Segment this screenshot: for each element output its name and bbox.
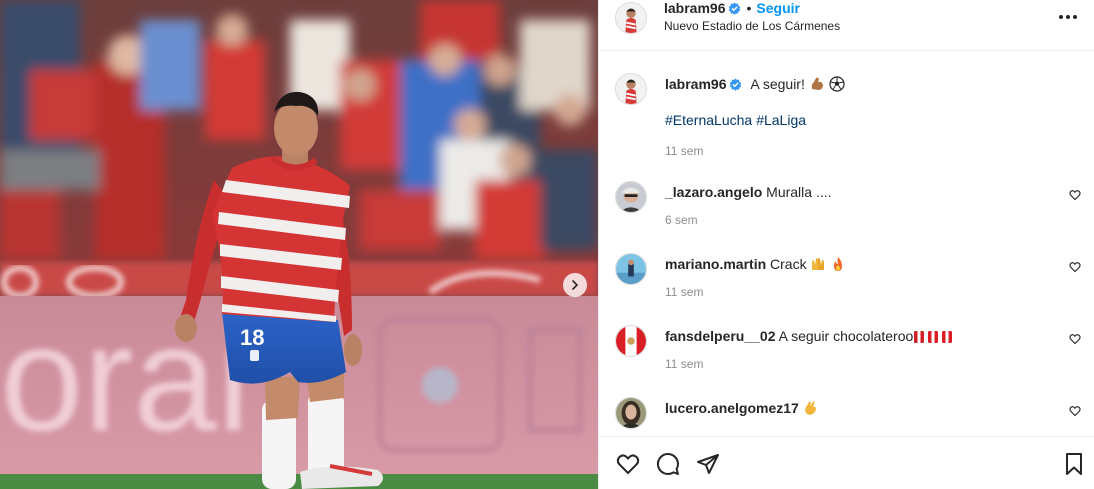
comment-username[interactable]: lucero.anelgomez17 [665, 400, 799, 416]
send-icon[interactable] [696, 452, 720, 476]
caption-author-username[interactable]: labram96 [665, 76, 726, 92]
peru-flag-icon [914, 331, 953, 343]
verified-badge-icon [729, 2, 741, 15]
comment-body: lucero.anelgomez17 [665, 399, 1035, 417]
author-username[interactable]: labram96 [664, 0, 725, 16]
heart-icon[interactable] [1069, 405, 1081, 417]
commenter-avatar[interactable] [615, 181, 647, 213]
comment-item: _lazaro.angelo Muralla .... 6 sem [615, 181, 1081, 241]
comment-item: fansdelperu__02 A seguir chocolateroo 11… [615, 325, 1081, 385]
post-photo[interactable]: orai 18 [0, 0, 598, 489]
comment-body: mariano.martin Crack [665, 255, 1035, 273]
clapping-hands-icon [804, 401, 816, 415]
post-location[interactable]: Nuevo Estadio de Los Cármenes [664, 19, 840, 33]
fire-icon [834, 257, 843, 271]
comment-username[interactable]: fansdelperu__02 [665, 328, 776, 344]
photo-image: orai 18 [0, 0, 598, 489]
board-text: orai [0, 294, 250, 462]
comment-text: A seguir chocolateroo [778, 328, 914, 344]
raising-hands-icon [812, 258, 825, 270]
more-options-icon[interactable] [1059, 10, 1079, 24]
comment-icon[interactable] [656, 452, 680, 476]
chevron-right-icon [572, 280, 579, 290]
commenter-avatar[interactable] [615, 325, 647, 357]
heart-icon[interactable] [1069, 189, 1081, 201]
comment-username[interactable]: _lazaro.angelo [665, 184, 762, 200]
flexed-biceps-icon [811, 77, 823, 90]
hashtag-link[interactable]: #LaLiga [756, 112, 806, 128]
comment-item: mariano.martin Crack 11 sem [615, 253, 1081, 313]
caption-text: A seguir! [750, 76, 805, 92]
post-header: labram96 • Seguir Nuevo Estadio de Los Cár… [599, 0, 1094, 51]
comment-body: fansdelperu__02 A seguir chocolateroo [665, 327, 1035, 345]
follow-button[interactable]: Seguir [756, 0, 800, 16]
verified-badge-icon [730, 78, 742, 91]
author-avatar[interactable] [615, 2, 647, 34]
caption-body: labram96 A seguir! #EternaLucha #LaLiga 1… [665, 75, 1065, 160]
caption-time[interactable]: 11 sem [665, 142, 1065, 160]
comment-time[interactable]: 11 sem [665, 357, 703, 371]
comment-text: Muralla .... [766, 184, 832, 200]
heart-icon[interactable] [616, 452, 640, 476]
comment-body: _lazaro.angelo Muralla .... [665, 183, 1035, 201]
header-title-row: labram96 • Seguir [664, 0, 800, 16]
comment-time[interactable]: 11 sem [665, 285, 703, 299]
jersey-number: 18 [240, 325, 264, 350]
post-details-panel: labram96 • Seguir Nuevo Estadio de Los Cár… [598, 0, 1094, 489]
comment-username[interactable]: mariano.martin [665, 256, 766, 272]
comment-item: lucero.anelgomez17 [615, 397, 1081, 435]
caption-author-avatar[interactable] [615, 73, 647, 105]
comment-text: Crack [770, 256, 807, 272]
heart-icon[interactable] [1069, 333, 1081, 345]
bookmark-icon[interactable] [1062, 452, 1086, 476]
hashtag-link[interactable]: #EternaLucha [665, 112, 752, 128]
separator-dot: • [746, 0, 752, 16]
heart-icon[interactable] [1069, 261, 1081, 273]
commenter-avatar[interactable] [615, 253, 647, 285]
commenter-avatar[interactable] [615, 397, 647, 429]
soccer-ball-icon [829, 76, 845, 92]
comment-time[interactable]: 6 sem [665, 213, 698, 227]
next-photo-button[interactable] [563, 273, 587, 297]
caption-hashtags: #EternaLucha #LaLiga [665, 111, 1065, 129]
post-action-bar [599, 436, 1094, 489]
